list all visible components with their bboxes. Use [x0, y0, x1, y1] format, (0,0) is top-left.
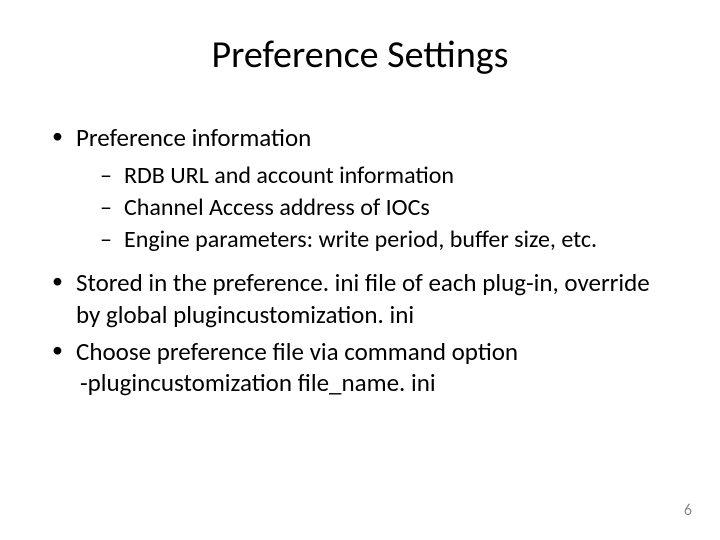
slide-title: Preference Settings [48, 32, 672, 78]
bullet-list-level1: Preference information RDB URL and accou… [48, 122, 672, 398]
bullet-text: Choose preference file via command optio… [76, 336, 518, 367]
sub-bullet-item: RDB URL and account information [100, 161, 672, 191]
bullet-item: Preference information RDB URL and accou… [48, 122, 672, 255]
bullet-continuation: -plugincustomization file_name. ini [76, 367, 672, 398]
page-number: 6 [684, 501, 692, 520]
slide-body: Preference information RDB URL and accou… [48, 122, 672, 398]
bullet-text: Stored in the preference. ini file of ea… [76, 267, 650, 329]
bullet-list-level2: RDB URL and account information Channel … [76, 161, 672, 255]
bullet-text: Preference information [76, 122, 311, 153]
sub-bullet-item: Engine parameters: write period, buffer … [100, 225, 672, 255]
bullet-item: Stored in the preference. ini file of ea… [48, 267, 672, 330]
bullet-item: Choose preference file via command optio… [48, 336, 672, 399]
sub-bullet-item: Channel Access address of IOCs [100, 193, 672, 223]
